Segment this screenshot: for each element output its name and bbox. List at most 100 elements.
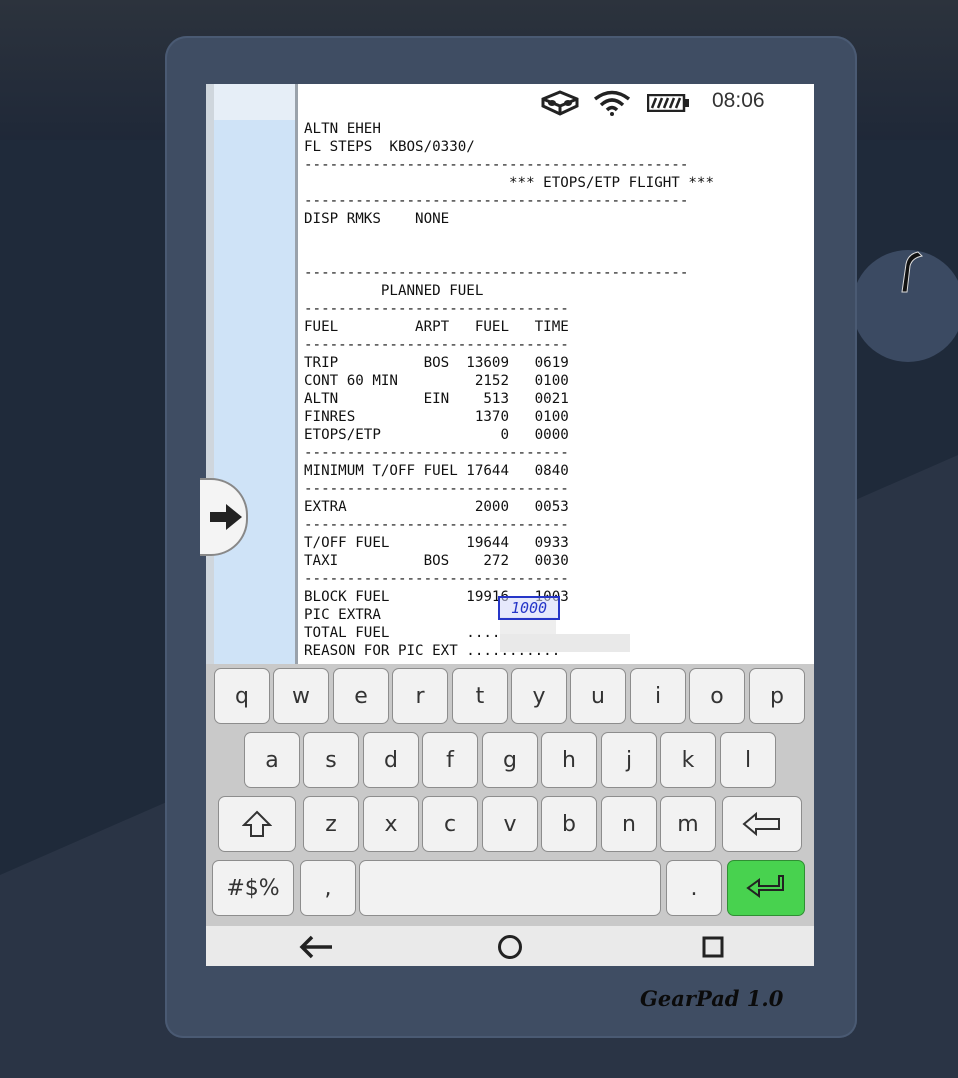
key-v[interactable]: v — [482, 796, 538, 852]
key-d-label: d — [384, 747, 398, 773]
key-s[interactable]: s — [303, 732, 359, 788]
home-icon[interactable] — [497, 934, 523, 960]
key-w[interactable]: w — [273, 668, 329, 724]
key-x[interactable]: x — [363, 796, 419, 852]
document-line: ------------------------------- — [304, 337, 569, 353]
vr-headset-icon — [541, 90, 579, 116]
document-line: TRIP BOS 13609 0619 — [304, 355, 569, 371]
backspace-icon — [742, 811, 780, 837]
key-g[interactable]: g — [482, 732, 538, 788]
key-t[interactable]: t — [452, 668, 508, 724]
key-r[interactable]: r — [392, 668, 448, 724]
key-u-label: u — [591, 683, 605, 709]
key-j[interactable]: j — [601, 732, 657, 788]
key-e[interactable]: e — [333, 668, 389, 724]
key-n-label: n — [622, 811, 636, 837]
document-line: ALTN EHEH — [304, 121, 381, 137]
document-line: ------------------------------- — [304, 301, 569, 317]
key-k-label: k — [681, 747, 695, 773]
document-line: FUEL ARPT FUEL TIME — [304, 319, 569, 335]
key-b[interactable]: b — [541, 796, 597, 852]
sidebar-divider — [295, 84, 298, 664]
key-b-label: b — [562, 811, 576, 837]
key-y[interactable]: y — [511, 668, 567, 724]
key-w-label: w — [292, 683, 310, 709]
document-line: ----------------------------------------… — [304, 157, 689, 173]
key-z[interactable]: z — [303, 796, 359, 852]
key-m[interactable]: m — [660, 796, 716, 852]
android-nav-bar — [206, 926, 814, 966]
document-line: T/OFF FUEL 19644 0933 — [304, 535, 569, 551]
screen-left-strip — [206, 84, 214, 664]
period-key[interactable]: . — [666, 860, 722, 916]
key-v-label: v — [503, 811, 517, 837]
key-l-label: l — [744, 747, 752, 773]
on-screen-keyboard: q w e r t y u i o p a s d f g h j k l z x c v b n m #$%,. — [206, 664, 814, 926]
comma-key-label: , — [324, 875, 332, 901]
key-z-label: z — [325, 811, 337, 837]
key-e-label: e — [354, 683, 368, 709]
sidebar-header — [214, 84, 296, 120]
key-p[interactable]: p — [749, 668, 805, 724]
recents-icon[interactable] — [702, 936, 724, 958]
key-x-label: x — [384, 811, 398, 837]
shift-key[interactable] — [218, 796, 296, 852]
key-d[interactable]: d — [363, 732, 419, 788]
key-r-label: r — [415, 683, 425, 709]
document-line: ----------------------------------------… — [304, 193, 689, 209]
comma-key[interactable]: , — [300, 860, 356, 916]
status-clock: 08:06 — [712, 89, 765, 112]
document-line: ETOPS/ETP 0 0000 — [304, 427, 569, 443]
key-s-label: s — [325, 747, 337, 773]
document-line: FINRES 1370 0100 — [304, 409, 569, 425]
key-q[interactable]: q — [214, 668, 270, 724]
key-k[interactable]: k — [660, 732, 716, 788]
document-line: ----------------------------------------… — [304, 265, 689, 281]
document-line: ------------------------------- — [304, 571, 569, 587]
arrow-right-icon — [210, 504, 242, 530]
back-icon[interactable] — [298, 935, 334, 959]
document-line: EXTRA 2000 0053 — [304, 499, 569, 515]
key-g-label: g — [503, 747, 517, 773]
pic-extra-input[interactable]: 1000 — [498, 596, 560, 620]
wifi-icon — [593, 90, 631, 116]
knob-pointer-icon — [901, 251, 924, 293]
key-y-label: y — [532, 683, 546, 709]
symbols-key[interactable]: #$% — [212, 860, 294, 916]
tablet-screen: 08:06 ALTN EHEH FL STEPS KBOS/0330/ ------… — [206, 84, 814, 966]
document-line: CONT 60 MIN 2152 0100 — [304, 373, 569, 389]
key-o-label: o — [710, 683, 724, 709]
enter-key[interactable] — [727, 860, 805, 916]
key-m-label: m — [677, 811, 699, 837]
key-u[interactable]: u — [570, 668, 626, 724]
key-p-label: p — [770, 683, 784, 709]
document-line: ALTN EIN 513 0021 — [304, 391, 569, 407]
key-c[interactable]: c — [422, 796, 478, 852]
key-t-label: t — [475, 683, 485, 709]
document-line: FL STEPS KBOS/0330/ — [304, 139, 475, 155]
key-c-label: c — [443, 811, 457, 837]
key-a[interactable]: a — [244, 732, 300, 788]
key-h-label: h — [562, 747, 576, 773]
key-o[interactable]: o — [689, 668, 745, 724]
document-line: PLANNED FUEL — [304, 283, 484, 299]
key-i[interactable]: i — [630, 668, 686, 724]
shift-icon — [242, 810, 272, 837]
enter-icon — [746, 875, 784, 898]
key-f[interactable]: f — [422, 732, 478, 788]
key-l[interactable]: l — [720, 732, 776, 788]
flight-plan-document: ALTN EHEH FL STEPS KBOS/0330/ ------------… — [304, 120, 808, 660]
backspace-key[interactable] — [722, 796, 802, 852]
document-line: DISP RMKS NONE — [304, 211, 450, 227]
document-line: ------------------------------- — [304, 517, 569, 533]
document-line: *** ETOPS/ETP FLIGHT *** — [304, 175, 714, 191]
key-n[interactable]: n — [601, 796, 657, 852]
document-line: ------------------------------- — [304, 445, 569, 461]
key-f-label: f — [446, 747, 454, 773]
key-j-label: j — [625, 747, 633, 773]
key-h[interactable]: h — [541, 732, 597, 788]
key-q-label: q — [235, 683, 249, 709]
space-key[interactable] — [359, 860, 661, 916]
